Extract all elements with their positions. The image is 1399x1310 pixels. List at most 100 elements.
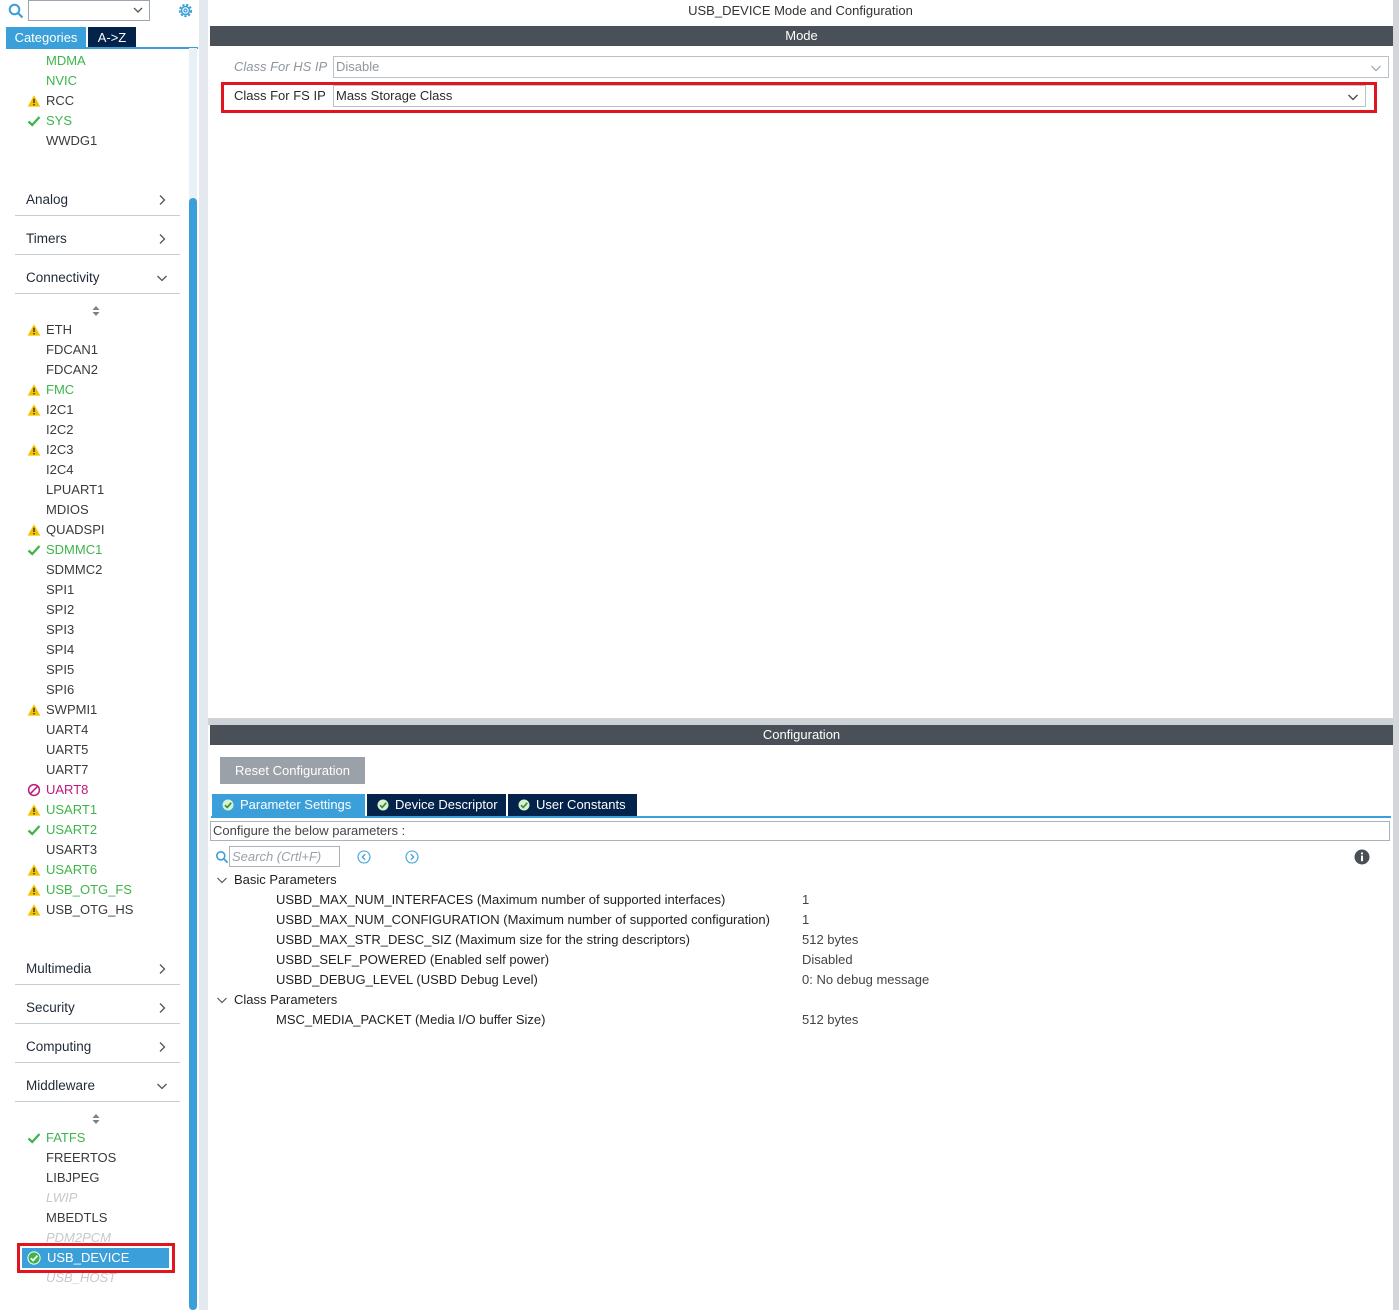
info-icon[interactable]	[1354, 849, 1370, 865]
tabs-underline	[211, 816, 1391, 818]
sidebar-item-spi2[interactable]: SPI2	[46, 600, 74, 620]
sidebar-item-sdmmc2[interactable]: SDMMC2	[46, 560, 102, 580]
parameter-search-input[interactable]: Search (Crtl+F)	[229, 846, 340, 867]
section-splitter[interactable]	[208, 718, 1393, 725]
sidebar-scrollbar-thumb[interactable]	[189, 198, 197, 1310]
sidebar-item-freertos[interactable]: FREERTOS	[46, 1148, 116, 1168]
chevron-down-icon[interactable]	[132, 4, 144, 16]
sidebar-item-i2c2[interactable]: I2C2	[46, 420, 73, 440]
search-icon[interactable]	[8, 3, 24, 19]
sidebar-item-eth[interactable]: ETH	[46, 320, 72, 340]
reset-configuration-button[interactable]: Reset Configuration	[220, 757, 365, 784]
chevron-down-icon	[157, 1083, 167, 1090]
sidebar-item-fatfs[interactable]: FATFS	[46, 1128, 85, 1148]
sidebar-item-fdcan1[interactable]: FDCAN1	[46, 340, 98, 360]
sidebar-item-uart5[interactable]: UART5	[46, 740, 88, 760]
parameter-name[interactable]: USBD_MAX_STR_DESC_SIZ (Maximum size for …	[276, 930, 690, 950]
chevron-down-icon[interactable]	[216, 994, 228, 1006]
category-label: Security	[26, 1000, 75, 1015]
previous-match-icon[interactable]	[357, 850, 371, 864]
sidebar-item-usart2[interactable]: USART2	[46, 820, 97, 840]
parameter-value[interactable]: 512 bytes	[802, 930, 858, 950]
sidebar-item-nvic[interactable]: NVIC	[46, 71, 77, 91]
tab-user-constants[interactable]: User Constants	[508, 794, 637, 816]
sidebar-item-libjpeg[interactable]: LIBJPEG	[46, 1168, 99, 1188]
check-icon	[27, 116, 41, 127]
parameter-value[interactable]: 1	[802, 890, 809, 910]
sidebar-item-sdmmc1[interactable]: SDMMC1	[46, 540, 102, 560]
sidebar-item-mdma[interactable]: MDMA	[46, 51, 86, 71]
parameter-value[interactable]: 512 bytes	[802, 1010, 858, 1030]
parameter-name[interactable]: USBD_MAX_NUM_CONFIGURATION (Maximum numb…	[276, 910, 770, 930]
tab-device-descriptor[interactable]: Device Descriptor	[367, 794, 506, 816]
check-circle-icon	[377, 799, 389, 811]
sort-icon[interactable]	[90, 305, 102, 317]
sidebar-item-usb-otg-fs[interactable]: USB_OTG_FS	[46, 880, 132, 900]
sort-icon[interactable]	[90, 1113, 102, 1125]
sidebar-item-lwip: LWIP	[46, 1190, 78, 1205]
tab-a-to-z[interactable]: A->Z	[88, 27, 136, 48]
hs-ip-select[interactable]: Disable	[333, 56, 1389, 78]
sidebar-item-i2c4[interactable]: I2C4	[46, 460, 73, 480]
sidebar-item-uart8[interactable]: UART8	[46, 780, 88, 800]
panel-splitter[interactable]	[199, 0, 208, 1310]
sidebar-item-i2c1[interactable]: I2C1	[46, 400, 73, 420]
sidebar-item-lpuart1[interactable]: LPUART1	[46, 480, 104, 500]
hs-ip-label: Class For HS IP	[234, 59, 328, 74]
category-computing[interactable]: Computing	[15, 1033, 180, 1063]
sidebar-item-usb-otg-hs[interactable]: USB_OTG_HS	[46, 900, 133, 920]
sidebar-item-spi3[interactable]: SPI3	[46, 620, 74, 640]
sidebar-item-rcc[interactable]: RCC	[46, 91, 74, 111]
sidebar-item-sys[interactable]: SYS	[46, 111, 72, 131]
category-middleware[interactable]: Middleware	[15, 1072, 180, 1102]
parameter-value[interactable]: Disabled	[802, 950, 853, 970]
parameter-value[interactable]: 0: No debug message	[802, 970, 929, 990]
sidebar-item-uart4[interactable]: UART4	[46, 720, 88, 740]
parameter-group-header[interactable]: Basic Parameters	[234, 870, 337, 890]
sidebar-item-usart6[interactable]: USART6	[46, 860, 97, 880]
sidebar-item-spi5[interactable]: SPI5	[46, 660, 74, 680]
sidebar-item-quadspi[interactable]: QUADSPI	[46, 520, 105, 540]
sidebar-item-swpmi1[interactable]: SWPMI1	[46, 700, 97, 720]
category-security[interactable]: Security	[15, 994, 180, 1024]
sidebar-item-fdcan2[interactable]: FDCAN2	[46, 360, 98, 380]
main-scrollbar[interactable]	[1393, 0, 1399, 1310]
chevron-down-icon[interactable]	[216, 874, 228, 886]
category-label: Analog	[26, 192, 69, 207]
parameter-group-header[interactable]: Class Parameters	[234, 990, 337, 1010]
sidebar-item-uart7[interactable]: UART7	[46, 760, 88, 780]
category-label: Computing	[26, 1039, 92, 1054]
sidebar-item-spi6[interactable]: SPI6	[46, 680, 74, 700]
sidebar-item-spi1[interactable]: SPI1	[46, 580, 74, 600]
category-timers[interactable]: Timers	[15, 225, 180, 255]
sidebar-item-spi4[interactable]: SPI4	[46, 640, 74, 660]
warning-icon	[27, 95, 41, 107]
chevron-right-icon	[159, 195, 166, 205]
sidebar-item-fmc[interactable]: FMC	[46, 380, 74, 400]
tab-parameter-settings[interactable]: Parameter Settings	[212, 794, 365, 816]
sidebar-item-mdios[interactable]: MDIOS	[46, 500, 89, 520]
next-match-icon[interactable]	[405, 850, 419, 864]
warning-icon	[27, 864, 41, 876]
configuration-section-header: Configuration	[210, 725, 1393, 745]
parameter-name[interactable]: USBD_DEBUG_LEVEL (USBD Debug Level)	[276, 970, 538, 990]
chevron-down-icon	[157, 275, 167, 282]
gear-icon[interactable]	[176, 1, 195, 20]
parameter-name[interactable]: USBD_SELF_POWERED (Enabled self power)	[276, 950, 549, 970]
parameter-name[interactable]: MSC_MEDIA_PACKET (Media I/O buffer Size)	[276, 1010, 545, 1030]
sidebar-item-usart3[interactable]: USART3	[46, 840, 97, 860]
parameter-value[interactable]: 1	[802, 910, 809, 930]
category-analog[interactable]: Analog	[15, 186, 180, 216]
sidebar-item-usart1[interactable]: USART1	[46, 800, 97, 820]
sidebar-item-i2c3[interactable]: I2C3	[46, 440, 73, 460]
sidebar-item-wwdg1[interactable]: WWDG1	[46, 131, 97, 151]
tab-categories[interactable]: Categories	[6, 27, 86, 48]
chevron-down-icon	[1371, 65, 1381, 72]
category-connectivity[interactable]: Connectivity	[15, 264, 180, 294]
sidebar-item-mbedtls[interactable]: MBEDTLS	[46, 1208, 107, 1228]
category-label: Timers	[26, 231, 67, 246]
peripheral-search-input[interactable]	[28, 0, 150, 21]
category-multimedia[interactable]: Multimedia	[15, 955, 180, 985]
warning-icon	[27, 904, 41, 916]
parameter-name[interactable]: USBD_MAX_NUM_INTERFACES (Maximum number …	[276, 890, 725, 910]
